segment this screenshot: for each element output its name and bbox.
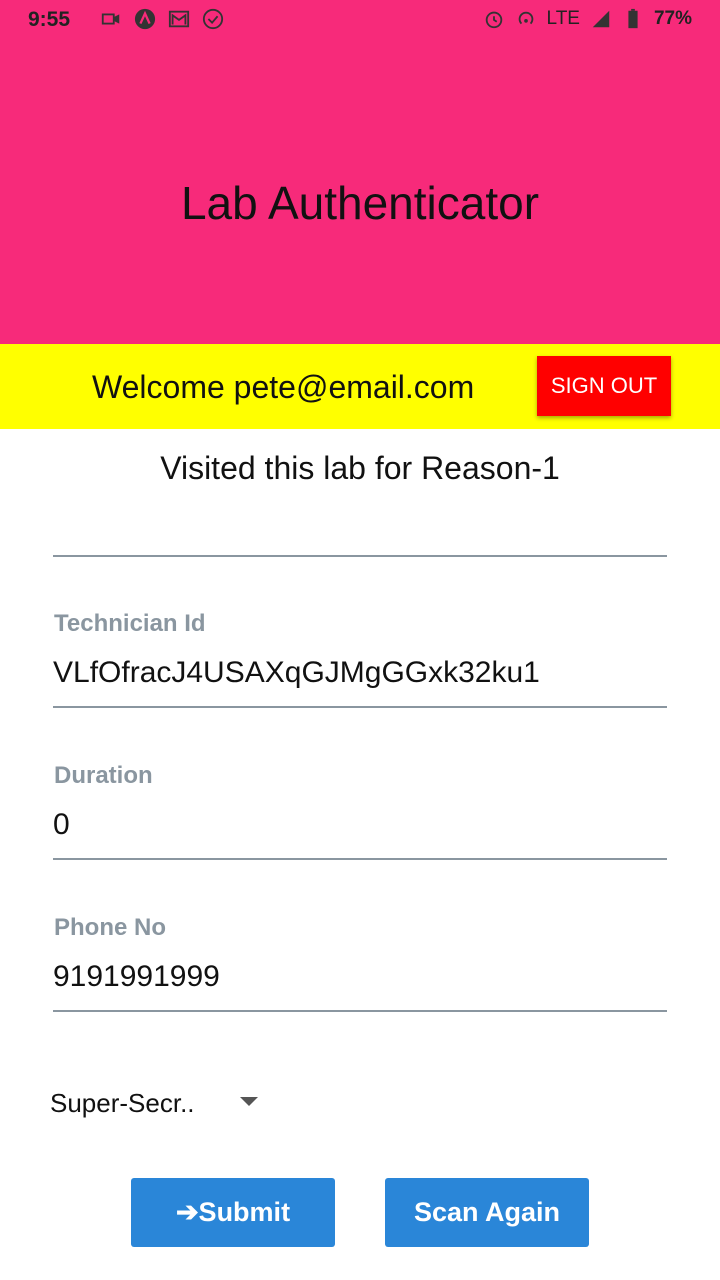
phone-no-field[interactable]: 9191991999: [53, 960, 220, 994]
reason-dropdown[interactable]: Super-Secr..: [50, 1086, 270, 1122]
dropdown-selected: Super-Secr..: [50, 1088, 195, 1118]
sign-out-button[interactable]: SIGN OUT: [537, 356, 671, 416]
battery-percent: 77%: [653, 8, 692, 29]
network-type: LTE: [546, 8, 580, 29]
submit-button[interactable]: ➔Submit: [131, 1178, 335, 1247]
phone-no-label: Phone No: [54, 914, 166, 941]
scan-again-button[interactable]: Scan Again: [385, 1178, 589, 1247]
status-left-icons: [100, 8, 224, 30]
signal-icon: [592, 10, 610, 28]
welcome-text: Welcome pete@email.com: [92, 369, 475, 405]
visited-text: Visited this lab for Reason-1: [160, 450, 560, 486]
battery-icon: [628, 8, 638, 29]
app-title: Lab Authenticator: [180, 177, 540, 229]
status-right-icons: LTE 77%: [483, 8, 692, 30]
duration-field[interactable]: 0: [53, 808, 70, 842]
status-bar: 9:55 LTE 77%: [0, 0, 720, 40]
phone-no-underline: [53, 1010, 667, 1012]
technician-id-underline: [53, 706, 667, 708]
duration-label: Duration: [54, 762, 153, 789]
technician-id-field[interactable]: VLfOfracJ4USAXqGJMgGGxk32ku1: [53, 656, 540, 690]
status-time: 9:55: [28, 8, 71, 31]
app-a-icon: [134, 8, 156, 30]
technician-id-label: Technician Id: [54, 610, 206, 637]
dropdown-arrow-icon: [240, 1097, 258, 1106]
check-circle-icon: [202, 8, 224, 30]
video-icon: [101, 13, 120, 25]
reason-field-underline[interactable]: [53, 555, 667, 557]
duration-underline: [53, 858, 667, 860]
alarm-icon: [485, 11, 502, 29]
gmail-icon: [168, 10, 190, 28]
hotspot-icon: [518, 11, 533, 25]
